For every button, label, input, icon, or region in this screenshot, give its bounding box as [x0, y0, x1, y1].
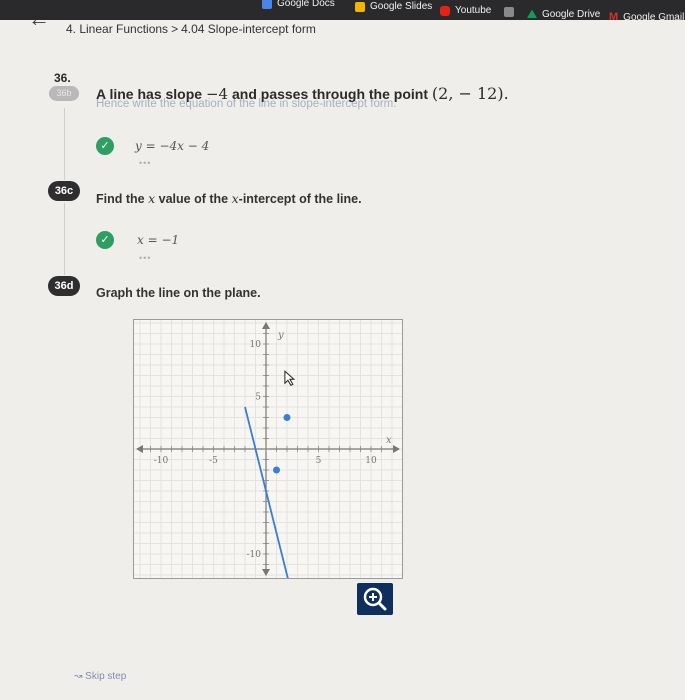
docs-icon: [262, 0, 272, 9]
youtube-icon: [440, 5, 450, 16]
step-timeline: [64, 203, 65, 275]
more-options-icon[interactable]: •••: [139, 253, 151, 263]
y-tick-label: -10: [247, 550, 262, 560]
graph-plane[interactable]: -10 -5 5 10 10 5 -10 x y: [133, 319, 403, 579]
bookmark-youtube[interactable]: Youtube: [440, 5, 491, 16]
question-text: A line has slope −4 and passes through t…: [96, 84, 509, 103]
question-number: 36.: [54, 71, 71, 85]
step-timeline: [64, 108, 65, 180]
point-value: (2, − 12).: [431, 84, 509, 103]
prompt-part: Find the: [96, 192, 145, 206]
line-chart[interactable]: -10 -5 5 10 10 5 -10 x y: [134, 320, 402, 578]
x-axis-arrow: [393, 445, 400, 453]
answer-36b: y = −4x − 4: [135, 139, 210, 153]
bookmarks-bar: Google Docs Google Slides Youtube Google…: [0, 0, 685, 23]
bookmark-label: Google Docs: [277, 0, 335, 9]
bookmark-google-docs[interactable]: Google Docs: [262, 0, 335, 9]
data-point: [273, 466, 280, 474]
x-tick-label: 10: [365, 456, 377, 466]
y-tick-label: 5: [255, 393, 261, 403]
bookmark-label: Google Gmail: [623, 11, 685, 23]
step-badge-36c: 36c: [48, 181, 80, 201]
skip-arrow-icon: ↝: [74, 671, 83, 682]
step-prompt-36c: Find the x value of the x-intercept of t…: [96, 191, 362, 206]
more-options-icon[interactable]: •••: [139, 158, 151, 168]
x-tick-label: -10: [154, 456, 169, 466]
y-axis-label: y: [277, 330, 284, 341]
y-tick-label: 10: [250, 340, 262, 350]
left-arrow-icon[interactable]: ←: [28, 8, 50, 30]
answer-36c: x = −1: [137, 233, 180, 247]
cursor-arrow-icon: [284, 370, 296, 386]
folder-icon: [504, 7, 514, 17]
prompt-part: -intercept of the line.: [238, 192, 362, 206]
bookmark-google-drive[interactable]: Google Drive: [527, 9, 600, 20]
bookmark-label: Youtube: [455, 5, 492, 16]
slope-value: −4: [205, 85, 229, 103]
prompt-variable: x: [231, 191, 239, 206]
slides-icon: [355, 1, 365, 12]
step-badge-36d: 36d: [48, 276, 80, 296]
question-text-part: A line has slope: [96, 86, 203, 102]
prompt-part: value of the: [158, 192, 229, 206]
bookmark-google-gmail[interactable]: M Google Gmail: [609, 11, 684, 23]
breadcrumb-section[interactable]: 4. Linear Functions: [66, 22, 168, 36]
bookmark-folder[interactable]: [504, 7, 514, 17]
bookmark-label: Google Drive: [542, 9, 601, 20]
gmail-icon: M: [609, 11, 619, 23]
skip-step-link[interactable]: ↝ Skip step: [74, 671, 126, 682]
prompt-variable: x: [148, 191, 156, 206]
breadcrumb-lesson[interactable]: 4.04 Slope-intercept form: [181, 22, 316, 36]
x-tick-label: 5: [316, 456, 322, 466]
check-icon: ✓: [96, 231, 114, 249]
zoom-in-icon: [363, 587, 387, 611]
step-prompt-36d: Graph the line on the plane.: [96, 286, 261, 300]
breadcrumb: 4. Linear Functions >4.04 Slope-intercept…: [66, 22, 316, 36]
zoom-in-button[interactable]: [357, 583, 393, 615]
step-badge-36b: 36b: [49, 86, 79, 101]
drive-icon: [527, 9, 537, 18]
bookmark-google-slides[interactable]: Google Slides: [355, 1, 432, 12]
check-icon: ✓: [96, 137, 114, 155]
skip-step-label: Skip step: [85, 671, 127, 682]
data-point: [283, 414, 291, 421]
question-text-part: and passes through the point: [231, 86, 428, 102]
breadcrumb-separator: >: [171, 22, 179, 36]
x-axis-label: x: [386, 435, 392, 446]
bookmark-label: Google Slides: [370, 1, 433, 12]
x-tick-label: -5: [209, 456, 218, 466]
